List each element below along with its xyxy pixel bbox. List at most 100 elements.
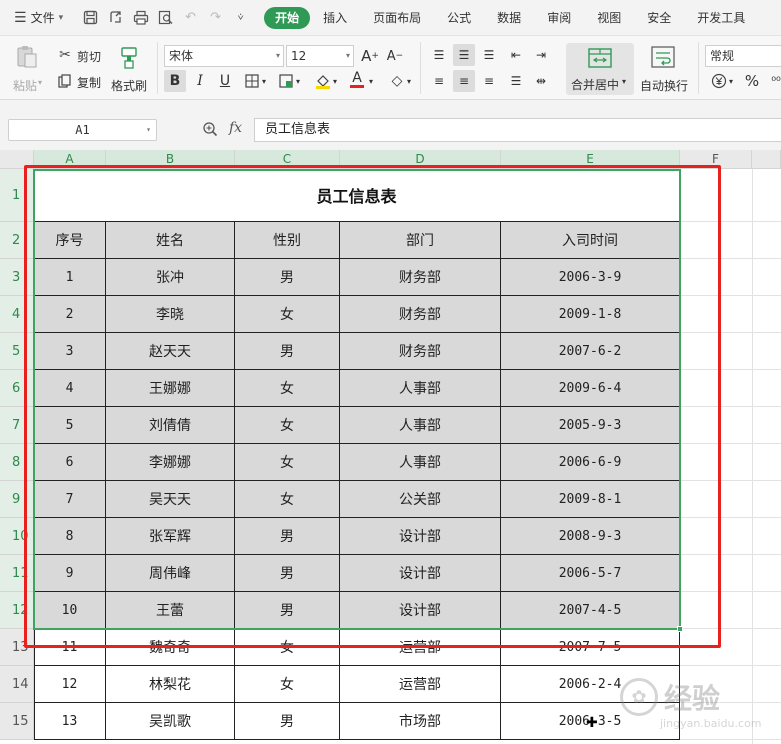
table-cell[interactable]: 2005-9-3 <box>501 407 680 444</box>
table-cell[interactable]: 李晓 <box>106 296 235 333</box>
tab-security[interactable]: 安全 <box>634 7 684 29</box>
decrease-font-icon[interactable]: A − <box>384 45 406 67</box>
table-cell[interactable]: 7 <box>34 481 106 518</box>
underline-button[interactable]: U <box>214 70 236 92</box>
table-cell[interactable]: 女 <box>235 666 340 703</box>
column-header-c[interactable]: C <box>235 150 340 169</box>
align-right-icon[interactable]: ≡ <box>478 70 500 92</box>
row-header-11[interactable]: 11 <box>0 555 34 592</box>
format-painter-label[interactable]: 格式刷 <box>111 77 147 94</box>
font-color-icon[interactable]: A <box>346 68 368 90</box>
table-cell[interactable]: 男 <box>235 555 340 592</box>
spreadsheet-grid[interactable]: ABCDEF 1 2 3 4 5 6 7 8 9 10 11 12 13 14 15 员工信息表 序号 姓名性… <box>0 150 781 744</box>
table-cell[interactable]: 女 <box>235 296 340 333</box>
fill-handle[interactable] <box>677 626 683 632</box>
table-cell[interactable]: 魏奇奇 <box>106 629 235 666</box>
chevron-down-icon[interactable]: ▾ <box>330 70 340 92</box>
zoom-search-icon[interactable] <box>202 121 218 141</box>
header-cell[interactable]: 序号 <box>34 222 106 259</box>
tab-formulas[interactable]: 公式 <box>434 7 484 29</box>
tab-view[interactable]: 视图 <box>584 7 634 29</box>
row-header-1[interactable]: 1 <box>0 169 34 222</box>
table-cell[interactable]: 1 <box>34 259 106 296</box>
table-cell[interactable]: 10 <box>34 592 106 629</box>
select-all-corner[interactable] <box>0 150 34 169</box>
row-header-10[interactable]: 10 <box>0 518 34 555</box>
merged-title-cell[interactable]: 员工信息表 <box>34 169 680 222</box>
table-cell[interactable]: 8 <box>34 518 106 555</box>
align-left-icon[interactable]: ≡ <box>428 70 450 92</box>
table-cell[interactable]: 设计部 <box>340 518 501 555</box>
increase-font-icon[interactable]: A + <box>359 45 381 67</box>
paste-dropdown-icon[interactable]: ▾ <box>38 78 42 87</box>
table-cell[interactable]: 男 <box>235 703 340 740</box>
decrease-indent-icon[interactable]: ⇤ <box>505 44 527 66</box>
row-header-15[interactable]: 15 <box>0 703 34 740</box>
customize-toolbar-icon[interactable]: ⩒ <box>231 8 250 27</box>
wrap-text-button[interactable] <box>648 44 678 70</box>
tab-review[interactable]: 审阅 <box>534 7 584 29</box>
table-cell[interactable]: 男 <box>235 518 340 555</box>
row-header-12[interactable]: 12 <box>0 592 34 629</box>
table-cell[interactable]: 女 <box>235 370 340 407</box>
table-cell[interactable]: 2006-5-7 <box>501 555 680 592</box>
table-cell[interactable]: 男 <box>235 259 340 296</box>
table-cell[interactable]: 2007-4-5 <box>501 592 680 629</box>
column-header-b[interactable]: B <box>106 150 235 169</box>
align-middle-icon[interactable]: ☰ <box>453 44 475 66</box>
chevron-down-icon[interactable]: ▾ <box>726 70 736 92</box>
print-preview-icon[interactable] <box>156 8 175 27</box>
italic-button[interactable]: I <box>189 70 211 92</box>
print-icon[interactable] <box>131 8 150 27</box>
table-cell[interactable]: 张军辉 <box>106 518 235 555</box>
table-cell[interactable]: 刘倩倩 <box>106 407 235 444</box>
table-cell[interactable]: 吴天天 <box>106 481 235 518</box>
font-size-select[interactable]: 12 ▾ <box>286 45 354 67</box>
tab-insert[interactable]: 插入 <box>310 7 360 29</box>
row-header-6[interactable]: 6 <box>0 370 34 407</box>
table-cell[interactable]: 5 <box>34 407 106 444</box>
paste-button[interactable] <box>10 42 44 72</box>
wrap-text-label[interactable]: 自动换行 <box>640 77 688 94</box>
table-cell[interactable]: 6 <box>34 444 106 481</box>
table-cell[interactable]: 男 <box>235 592 340 629</box>
tab-page-layout[interactable]: 页面布局 <box>360 7 434 29</box>
table-cell[interactable]: 3 <box>34 333 106 370</box>
table-cell[interactable]: 2006-3-9 <box>501 259 680 296</box>
thousands-separator-icon[interactable]: ⁰⁰ <box>765 70 781 92</box>
table-cell[interactable]: 张冲 <box>106 259 235 296</box>
header-cell[interactable]: 入司时间 <box>501 222 680 259</box>
row-header-8[interactable]: 8 <box>0 444 34 481</box>
row-header-2[interactable]: 2 <box>0 222 34 259</box>
table-cell[interactable]: 13 <box>34 703 106 740</box>
row-header-7[interactable]: 7 <box>0 407 34 444</box>
table-cell[interactable]: 李娜娜 <box>106 444 235 481</box>
column-header-f[interactable]: F <box>680 150 752 169</box>
insert-function-icon[interactable]: fx <box>229 120 242 136</box>
row-header-14[interactable]: 14 <box>0 666 34 703</box>
table-cell[interactable]: 2008-9-3 <box>501 518 680 555</box>
table-cell[interactable]: 2009-1-8 <box>501 296 680 333</box>
column-header-d[interactable]: D <box>340 150 501 169</box>
format-painter-button[interactable] <box>114 44 144 72</box>
chevron-down-icon[interactable]: ▾ <box>259 70 269 92</box>
table-cell[interactable]: 设计部 <box>340 592 501 629</box>
chevron-down-icon[interactable]: ▾ <box>366 70 376 92</box>
align-top-icon[interactable]: ☰ <box>428 44 450 66</box>
row-header-5[interactable]: 5 <box>0 333 34 370</box>
number-format-select[interactable]: 常规 <box>705 45 781 67</box>
redo-icon[interactable]: ↷ <box>206 8 225 27</box>
chevron-down-icon[interactable]: ▾ <box>404 70 414 92</box>
chevron-down-icon[interactable]: ▾ <box>293 70 303 92</box>
tab-data[interactable]: 数据 <box>484 7 534 29</box>
save-icon[interactable] <box>81 8 100 27</box>
align-center-icon[interactable]: ≡ <box>453 70 475 92</box>
row-header-13[interactable]: 13 <box>0 629 34 666</box>
table-cell[interactable]: 2009-6-4 <box>501 370 680 407</box>
merge-center-button[interactable]: 合并居中 ▾ <box>566 43 634 95</box>
row-header-3[interactable]: 3 <box>0 259 34 296</box>
header-cell[interactable]: 姓名 <box>106 222 235 259</box>
table-cell[interactable]: 2 <box>34 296 106 333</box>
copy-label[interactable]: 复制 <box>77 74 101 91</box>
copy-icon[interactable] <box>57 73 73 89</box>
